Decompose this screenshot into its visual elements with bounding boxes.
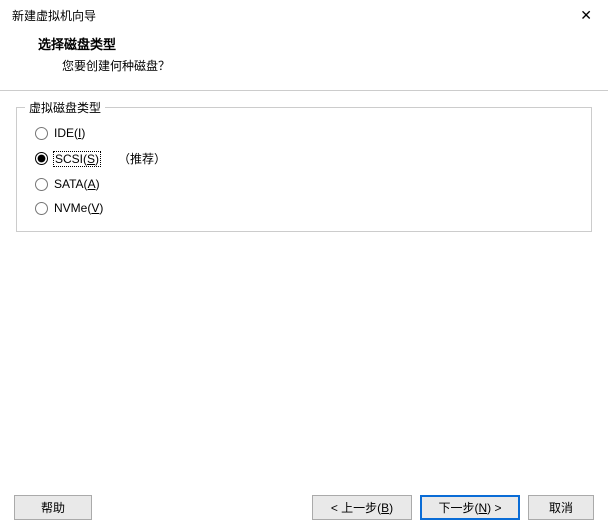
radio-row-sata: SATA(A) — [29, 177, 579, 191]
radio-label-nvme[interactable]: NVMe(V) — [54, 201, 103, 215]
page-title: 选择磁盘类型 — [16, 34, 592, 53]
nav-button-group: < 上一步(B) 下一步(N) > 取消 — [312, 495, 594, 520]
close-icon: ✕ — [580, 7, 592, 23]
back-button[interactable]: < 上一步(B) — [312, 495, 412, 520]
help-button[interactable]: 帮助 — [14, 495, 92, 520]
titlebar: 新建虚拟机向导 ✕ — [0, 0, 608, 28]
disk-type-radio-group: IDE(I) SCSI(S) （推荐） SATA(A) NVMe(V) — [29, 126, 579, 215]
radio-row-ide: IDE(I) — [29, 126, 579, 140]
cancel-button[interactable]: 取消 — [528, 495, 594, 520]
radio-label-ide[interactable]: IDE(I) — [54, 126, 85, 140]
radio-sata[interactable] — [35, 178, 48, 191]
close-button[interactable]: ✕ — [576, 7, 596, 24]
radio-label-scsi[interactable]: SCSI(S) — [54, 152, 100, 166]
radio-ide[interactable] — [35, 127, 48, 140]
next-button[interactable]: 下一步(N) > — [420, 495, 520, 520]
window-title: 新建虚拟机向导 — [12, 7, 96, 24]
wizard-header: 选择磁盘类型 您要创建何种磁盘？ — [0, 28, 608, 90]
page-subtitle: 您要创建何种磁盘？ — [16, 57, 592, 74]
recommendation-label: （推荐） — [118, 150, 166, 167]
radio-nvme[interactable] — [35, 202, 48, 215]
disk-type-fieldset: 虚拟磁盘类型 IDE(I) SCSI(S) （推荐） SATA(A) NVMe(… — [16, 107, 592, 232]
fieldset-legend: 虚拟磁盘类型 — [25, 99, 105, 116]
content-area: 虚拟磁盘类型 IDE(I) SCSI(S) （推荐） SATA(A) NVMe(… — [0, 91, 608, 232]
radio-row-nvme: NVMe(V) — [29, 201, 579, 215]
button-bar: 帮助 < 上一步(B) 下一步(N) > 取消 — [0, 495, 608, 520]
radio-row-scsi: SCSI(S) （推荐） — [29, 150, 579, 167]
radio-label-sata[interactable]: SATA(A) — [54, 177, 100, 191]
radio-scsi[interactable] — [35, 152, 48, 165]
